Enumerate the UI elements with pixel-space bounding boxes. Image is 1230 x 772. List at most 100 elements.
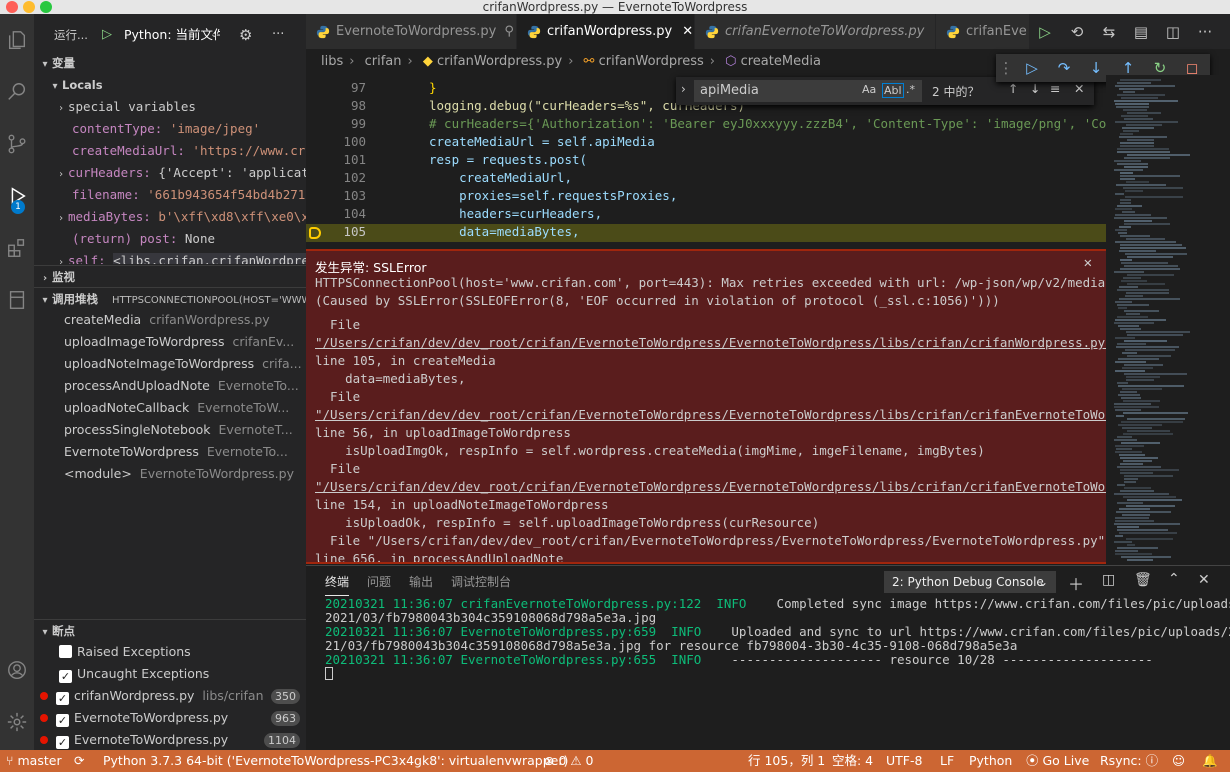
next-match-icon[interactable]: ↓: [1030, 81, 1040, 96]
accounts-icon[interactable]: [0, 650, 34, 690]
stack-frame[interactable]: uploadNoteCallback EvernoteToW...: [34, 397, 306, 419]
variable-row[interactable]: createMediaUrl: 'https://www.crifa...: [34, 140, 306, 162]
variables-section-header[interactable]: ▾ 变量: [34, 52, 306, 74]
feedback-icon[interactable]: ☺: [1172, 750, 1185, 772]
open-preview-icon[interactable]: ▤: [1125, 14, 1157, 49]
tab-output[interactable]: 输出: [409, 566, 433, 598]
trash-icon[interactable]: 🗑: [1134, 572, 1152, 588]
source-control-icon[interactable]: [0, 124, 34, 164]
exception-file-link[interactable]: File "/Users/crifan/dev/dev_root/crifan/…: [315, 533, 1106, 548]
run-file-icon[interactable]: ▷: [1029, 14, 1061, 49]
tab-terminal[interactable]: 终端: [325, 566, 350, 596]
continue-icon[interactable]: ▷: [1016, 54, 1048, 82]
check-icon[interactable]: ✓: [56, 736, 69, 749]
maximize-panel-icon[interactable]: ⌃: [1168, 571, 1180, 587]
tab-crifanevernotetowordpress[interactable]: crifanEvernoteToWordpress.py: [695, 14, 935, 49]
variable-row[interactable]: ›self: <libs.crifan.crifanWordpress...: [34, 250, 306, 264]
stack-frame[interactable]: uploadImageToWordpress crifanEv...: [34, 331, 306, 353]
breakpoint-item[interactable]: ✓ EvernoteToWordpress.py 1104: [34, 729, 306, 750]
breadcrumb-item[interactable]: libs: [321, 54, 343, 69]
indentation-status[interactable]: 空格: 4: [832, 750, 873, 772]
find-in-selection-icon[interactable]: ≡: [1050, 81, 1060, 96]
stack-frame[interactable]: uploadNoteImageToWordpress crifa...: [34, 353, 306, 375]
more-actions-icon[interactable]: ···: [1189, 14, 1221, 49]
branch-status[interactable]: ⑂ master: [6, 750, 62, 772]
extensions-icon[interactable]: [0, 228, 34, 268]
notifications-bell-icon[interactable]: 🔔: [1202, 750, 1218, 772]
encoding-status[interactable]: UTF-8: [886, 750, 922, 772]
stack-frame[interactable]: createMedia crifanWordpress.py: [34, 309, 306, 331]
gear-icon[interactable]: ⚙: [239, 24, 252, 46]
uncaught-exceptions-checkbox[interactable]: ✓ Uncaught Exceptions: [34, 663, 306, 685]
regex-toggle[interactable]: .*: [906, 83, 915, 96]
search-icon[interactable]: [0, 72, 34, 112]
debug-config-select[interactable]: Python: 当前文件: [124, 24, 220, 46]
raised-exceptions-checkbox[interactable]: Raised Exceptions: [34, 641, 306, 663]
rsync-status[interactable]: Rsync: ⓘ: [1100, 750, 1158, 772]
close-window-button[interactable]: [6, 1, 18, 13]
variable-row[interactable]: ›curHeaders: {'Accept': 'applicatio...: [34, 162, 306, 184]
run-debug-icon[interactable]: 1: [0, 176, 34, 216]
stack-frame[interactable]: EvernoteToWordpress EvernoteTo...: [34, 441, 306, 463]
exception-file-link[interactable]: "/Users/crifan/dev/dev_root/crifan/Evern…: [315, 479, 1106, 494]
tab-crifanwordpress[interactable]: crifanWordpress.py ✕: [517, 14, 694, 49]
cursor-position-status[interactable]: 行 105，列 1: [748, 750, 825, 772]
compare-icon[interactable]: ⇆: [1093, 14, 1125, 49]
breadcrumb-item[interactable]: createMedia: [741, 54, 821, 69]
stack-frame[interactable]: processAndUploadNote EvernoteTo...: [34, 375, 306, 397]
timeline-icon[interactable]: ⟲: [1061, 14, 1093, 49]
match-case-toggle[interactable]: Aa: [862, 83, 876, 96]
close-panel-icon[interactable]: ✕: [1198, 572, 1210, 588]
remote-explorer-icon[interactable]: [0, 280, 34, 320]
close-find-icon[interactable]: ✕: [1074, 81, 1084, 96]
terminal-cursor[interactable]: [325, 667, 333, 680]
callstack-section-header[interactable]: ▾ 调用堆栈 HTTPSCONNECTIONPOOL(HOST='WWW.CR: [34, 287, 306, 309]
language-status[interactable]: Python: [969, 750, 1012, 772]
variable-row[interactable]: › special variables: [34, 96, 306, 118]
close-exception-icon[interactable]: ✕: [1084, 255, 1092, 271]
maximize-window-button[interactable]: [40, 1, 52, 13]
chevron-right-icon[interactable]: ›: [681, 82, 686, 96]
sync-icon[interactable]: ⟳: [74, 750, 84, 772]
manage-gear-icon[interactable]: [0, 702, 34, 742]
close-tab-icon[interactable]: ✕: [682, 24, 693, 39]
new-terminal-icon[interactable]: ＋: [1068, 571, 1084, 595]
locals-scope[interactable]: ▾ Locals: [34, 74, 306, 96]
minimap[interactable]: [1106, 75, 1230, 565]
split-terminal-icon[interactable]: ◫: [1102, 572, 1115, 588]
breakpoint-item[interactable]: ✓ EvernoteToWordpress.py 963: [34, 707, 306, 729]
check-icon[interactable]: ✓: [56, 692, 69, 705]
tab-crifaneve[interactable]: crifanEve: [936, 14, 1029, 49]
stack-frame[interactable]: <module> EvernoteToWordpress.py: [34, 463, 306, 485]
breakpoint-item[interactable]: ✓ crifanWordpress.py libs/crifan 350: [34, 685, 306, 707]
exception-file-link[interactable]: "/Users/crifan/dev/dev_root/crifan/Evern…: [315, 407, 1106, 422]
variable-row[interactable]: (return) post: None: [34, 228, 306, 250]
check-icon[interactable]: ✓: [56, 714, 69, 727]
tab-debug-console[interactable]: 调试控制台: [451, 566, 511, 598]
minimize-window-button[interactable]: [23, 1, 35, 13]
watch-section-header[interactable]: › 监视: [34, 265, 306, 287]
variable-row[interactable]: filename: '661b943654f54bd4b271126...: [34, 184, 306, 206]
step-over-icon[interactable]: ↷: [1048, 54, 1080, 82]
start-debug-button[interactable]: ▷: [102, 24, 112, 46]
previous-match-icon[interactable]: ↑: [1008, 81, 1018, 96]
variable-row[interactable]: ›mediaBytes: b'\xff\xd8\xff\xe0\x00...: [34, 206, 306, 228]
tab-evernotetowordpress[interactable]: EvernoteToWordpress.py ⚲: [306, 14, 516, 49]
explorer-icon[interactable]: [0, 20, 34, 60]
split-editor-icon[interactable]: ◫: [1157, 14, 1189, 49]
problems-status[interactable]: ⊗ 0 ⚠ 0: [544, 750, 594, 772]
drag-handle-icon[interactable]: ⋮: [996, 54, 1016, 82]
whole-word-toggle[interactable]: Abl: [882, 83, 904, 98]
breadcrumb-item[interactable]: crifanWordpress.py: [437, 54, 562, 69]
more-actions-icon[interactable]: ···: [272, 24, 284, 46]
breakpoints-section-header[interactable]: ▾ 断点: [34, 619, 306, 641]
breadcrumb-item[interactable]: crifanWordpress: [599, 54, 704, 69]
eol-status[interactable]: LF: [940, 750, 954, 772]
terminal-select[interactable]: 2: Python Debug Console ⌄: [884, 571, 1056, 593]
python-interpreter-status[interactable]: Python 3.7.3 64-bit ('EvernoteToWordpres…: [103, 750, 568, 772]
chevron-down-icon[interactable]: ⌄: [210, 24, 218, 46]
tab-problems[interactable]: 问题: [367, 566, 391, 598]
pin-icon[interactable]: ⚲: [504, 24, 514, 39]
breadcrumb-item[interactable]: crifan: [365, 54, 402, 69]
exception-file-link[interactable]: "/Users/crifan/dev/dev_root/crifan/Evern…: [315, 335, 1106, 350]
